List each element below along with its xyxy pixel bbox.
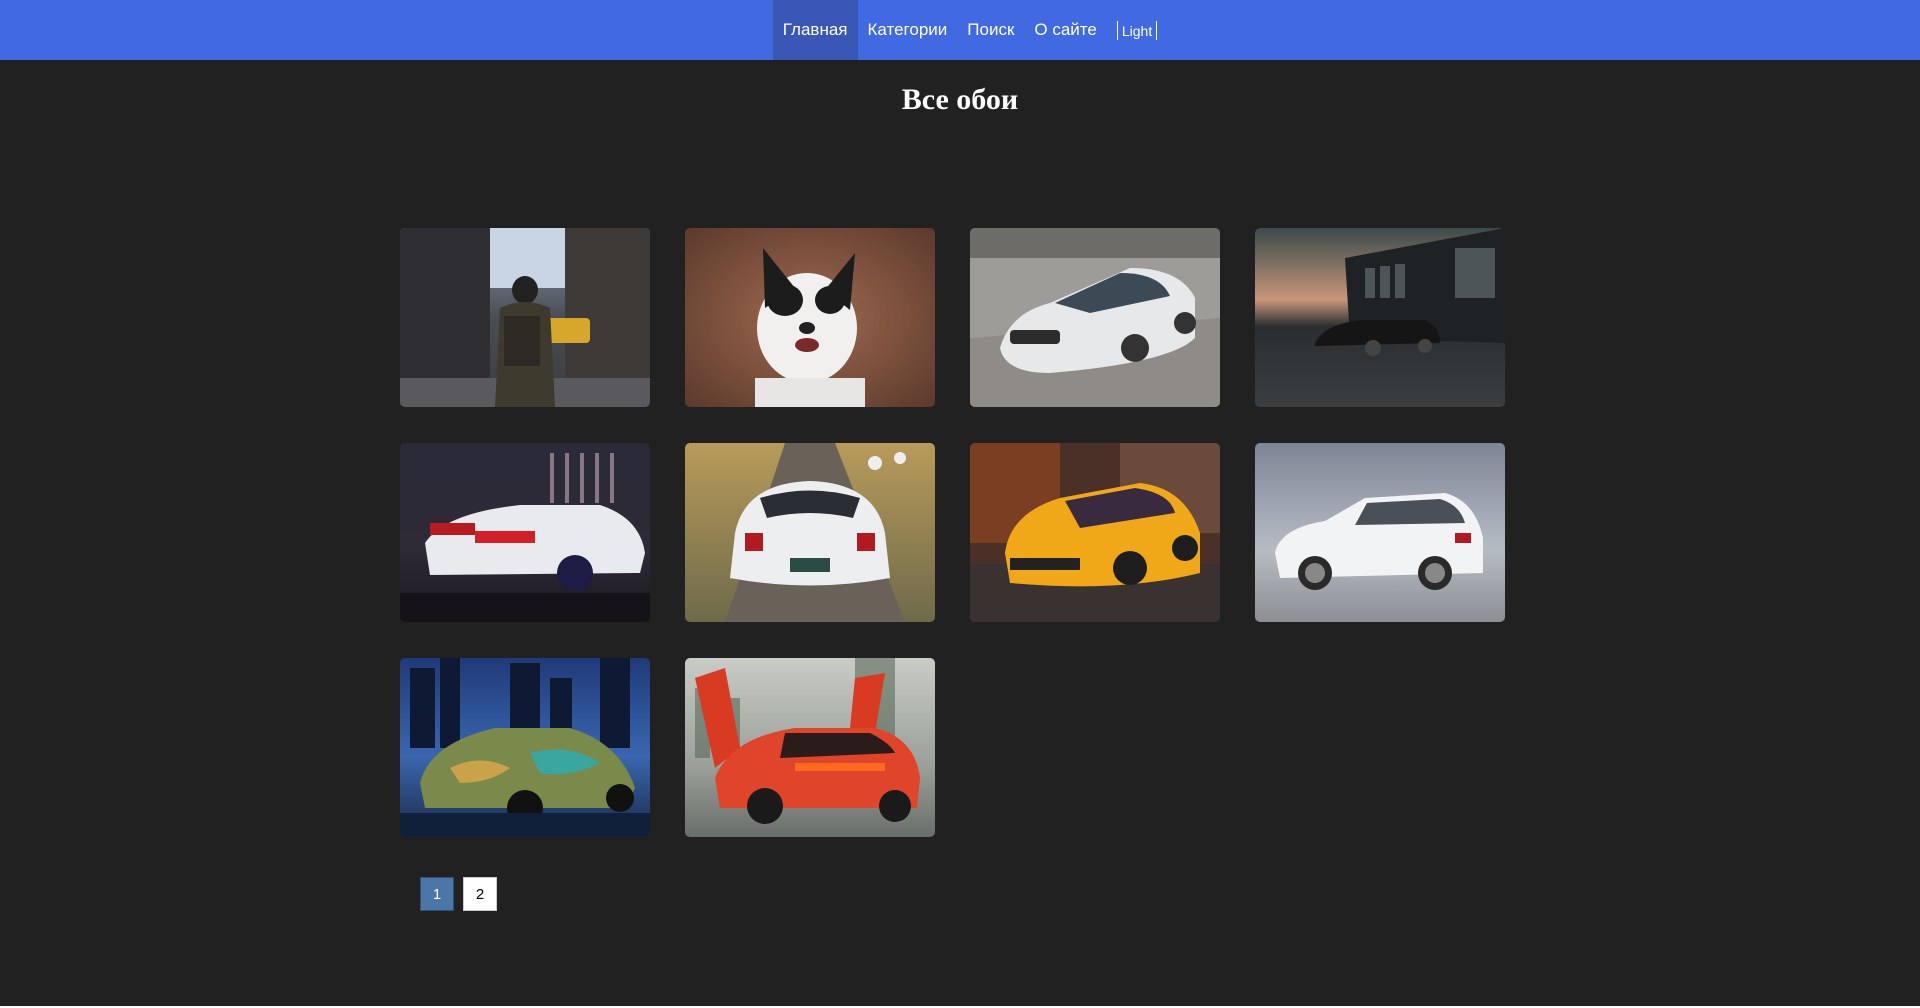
wallpaper-card-white-golf[interactable] [1255, 443, 1505, 622]
wallpaper-thumbnail [970, 228, 1220, 407]
wallpaper-thumbnail [400, 658, 650, 837]
wallpaper-thumbnail [1255, 443, 1505, 622]
wallpaper-thumbnail [685, 443, 935, 622]
pagination: 1 2 [420, 877, 497, 911]
nav-item-categories[interactable]: Категории [858, 0, 958, 60]
wallpaper-thumbnail [685, 228, 935, 407]
wallpaper-card-nissan-370z[interactable] [685, 443, 935, 622]
page: Главная Категории Поиск О сайте Light Вс… [0, 0, 1920, 1006]
wallpaper-card-mustang-night[interactable] [400, 443, 650, 622]
wallpaper-card-yellow-golf[interactable] [970, 443, 1220, 622]
top-navbar: Главная Категории Поиск О сайте Light [0, 0, 1920, 60]
wallpaper-thumbnail [400, 228, 650, 407]
wallpaper-card-white-bmw[interactable] [970, 228, 1220, 407]
page-title: Все обои [901, 83, 1019, 116]
wallpaper-thumbnail [970, 443, 1220, 622]
wallpaper-card-city-soldier[interactable] [400, 228, 650, 407]
theme-toggle-wrapper: Light [1116, 0, 1158, 60]
wallpaper-thumbnail [685, 658, 935, 837]
page-button-2[interactable]: 2 [463, 877, 497, 911]
wallpaper-card-dog[interactable] [685, 228, 935, 407]
nav-item-about[interactable]: О сайте [1024, 0, 1106, 60]
nav-item-search[interactable]: Поиск [957, 0, 1024, 60]
theme-toggle-button[interactable]: Light [1116, 20, 1158, 40]
wallpaper-card-lamborghini[interactable] [685, 658, 935, 837]
nav-item-home[interactable]: Главная [772, 0, 858, 60]
page-button-1[interactable]: 1 [420, 877, 454, 911]
nav-menu: Главная Категории Поиск О сайте Light [772, 0, 1158, 60]
wallpaper-thumbnail [400, 443, 650, 622]
wallpaper-thumbnail [1255, 228, 1505, 407]
wallpaper-gallery [400, 228, 1508, 837]
wallpaper-card-dark-bmw-hangar[interactable] [1255, 228, 1505, 407]
wallpaper-card-mercedes-drift[interactable] [400, 658, 650, 837]
